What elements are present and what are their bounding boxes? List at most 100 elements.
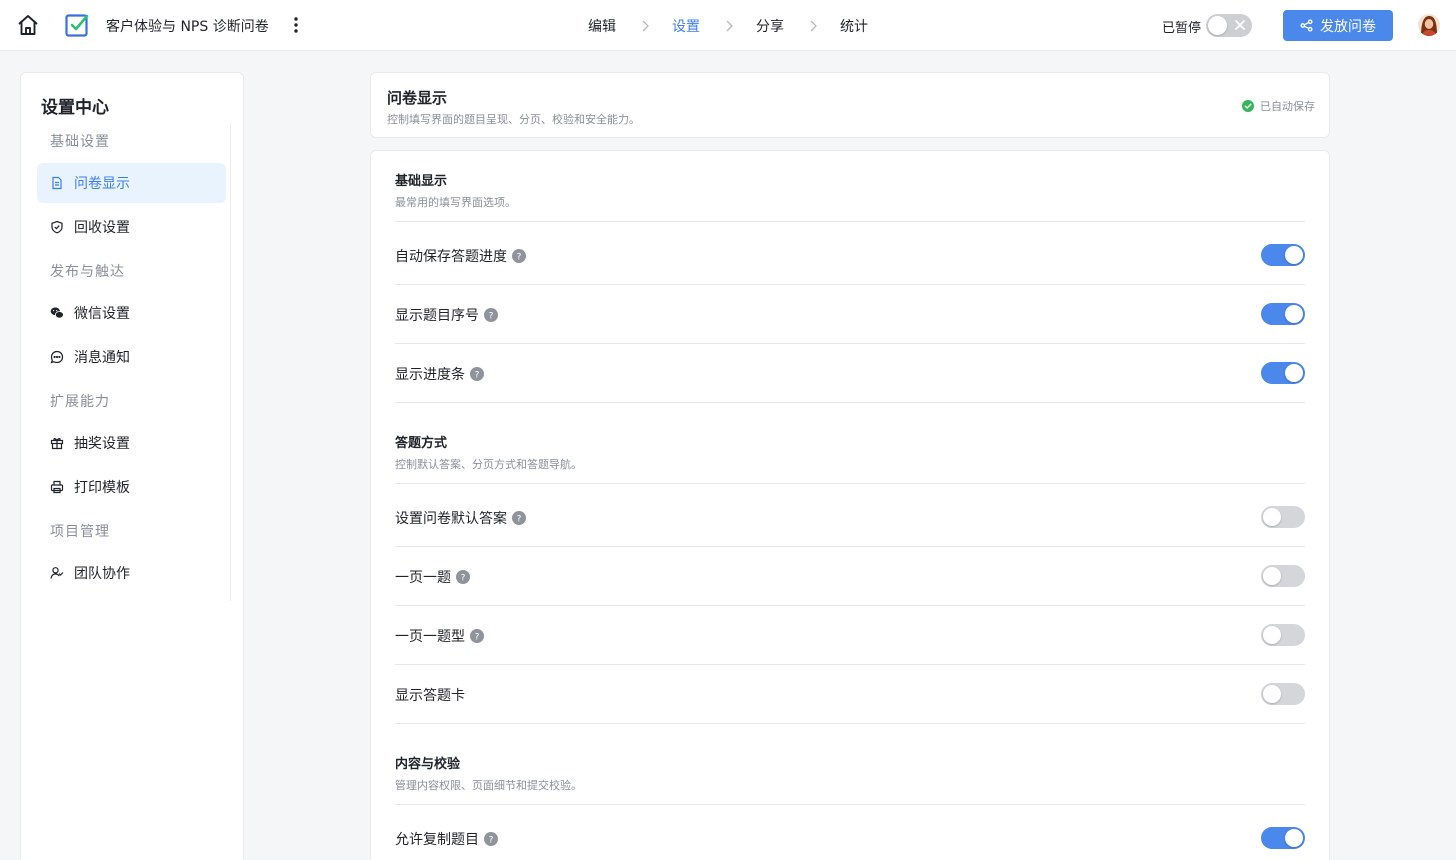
sidebar-item-notify[interactable]: 消息通知 (37, 337, 226, 377)
setting-label: 允许复制题目 ? (395, 829, 498, 849)
setting-label-text: 设置问卷默认答案 (395, 511, 507, 527)
top-bar: 客户体验与 NPS 诊断问卷 编辑 设置 分享 统计 已暂停 发放问卷 (0, 0, 1456, 51)
tab-edit[interactable]: 编辑 (588, 16, 616, 36)
divider (395, 664, 1305, 665)
home-icon[interactable] (16, 13, 40, 37)
survey-logo-icon (65, 13, 89, 37)
setting-label-text: 显示答题卡 (395, 688, 465, 704)
setting-label-text: 一页一题型 (395, 629, 465, 645)
toggle-knob (1285, 246, 1303, 264)
svg-text:?: ? (517, 515, 522, 525)
chevron-right-icon (808, 18, 818, 32)
team-icon (50, 567, 64, 579)
help-icon[interactable]: ? (512, 511, 526, 525)
setting-label-text: 显示进度条 (395, 367, 465, 383)
show-question-number-toggle[interactable] (1261, 303, 1305, 325)
avatar[interactable] (1418, 14, 1440, 36)
shield-check-icon (51, 220, 63, 234)
sidebar-item-label: 回收设置 (74, 220, 130, 236)
wechat-icon (50, 307, 64, 319)
show-answer-card-toggle[interactable] (1261, 683, 1305, 705)
group-label-basic: 基础设置 (50, 134, 110, 150)
share-icon (1300, 19, 1313, 32)
setting-label: 一页一题 ? (395, 567, 470, 587)
section-description: 控制默认答案、分页方式和答题导航。 (395, 458, 582, 471)
svg-text:?: ? (517, 253, 522, 263)
sidebar-item-label: 问卷显示 (74, 176, 130, 192)
svg-text:?: ? (489, 312, 494, 322)
divider (395, 284, 1305, 285)
page-title: 问卷显示 (387, 89, 448, 107)
sidebar-item-collection[interactable]: 回收设置 (37, 207, 226, 247)
group-label-publish: 发布与触达 (50, 264, 125, 280)
toggle-knob (1285, 305, 1303, 323)
toggle-knob (1263, 685, 1281, 703)
tab-share[interactable]: 分享 (756, 16, 784, 36)
divider (395, 804, 1305, 805)
toggle-knob (1208, 16, 1227, 35)
more-options-icon[interactable] (286, 14, 306, 36)
help-icon[interactable]: ? (456, 570, 470, 584)
help-icon[interactable]: ? (470, 629, 484, 643)
allow-copy-question-toggle[interactable] (1261, 827, 1305, 849)
divider (395, 546, 1305, 547)
publish-button[interactable]: 发放问卷 (1283, 10, 1393, 41)
setting-label-text: 一页一题 (395, 570, 451, 586)
sidebar-item-label: 团队协作 (74, 566, 130, 582)
show-progress-bar-toggle[interactable] (1261, 362, 1305, 384)
chat-bubble-icon (50, 350, 64, 364)
default-answer-toggle[interactable] (1261, 506, 1305, 528)
sidebar-item-survey-display[interactable]: 问卷显示 (37, 163, 226, 203)
one-type-per-page-toggle[interactable] (1261, 624, 1305, 646)
setting-label-text: 允许复制题目 (395, 832, 479, 848)
help-icon[interactable]: ? (484, 832, 498, 846)
svg-text:?: ? (475, 371, 480, 381)
chevron-right-icon (724, 18, 734, 32)
section-title: 内容与校验 (395, 757, 461, 772)
autosave-label: 已自动保存 (1260, 100, 1315, 113)
setting-label: 自动保存答题进度 ? (395, 246, 526, 266)
publish-label: 发放问卷 (1320, 18, 1376, 35)
setting-label-text: 显示题目序号 (395, 308, 479, 324)
divider (395, 723, 1305, 724)
setting-label: 设置问卷默认答案 ? (395, 508, 526, 528)
page-description: 控制填写界面的题目呈现、分页、校验和安全能力。 (387, 113, 640, 126)
group-label-project: 项目管理 (50, 524, 110, 540)
help-icon[interactable]: ? (470, 367, 484, 381)
panel-header: 问卷显示 控制填写界面的题目呈现、分页、校验和安全能力。 已自动保存 (370, 72, 1330, 138)
setting-label: 显示题目序号 ? (395, 305, 498, 325)
auto-save-progress-toggle[interactable] (1261, 244, 1305, 266)
divider (395, 221, 1305, 222)
settings-sidebar: 设置中心 基础设置 问卷显示 回收设置 发布与触达 微信设置 消息通知 扩展能力 (20, 72, 244, 860)
setting-label: 显示进度条 ? (395, 364, 484, 384)
divider (395, 343, 1305, 344)
section-title: 基础显示 (395, 174, 448, 189)
divider (395, 605, 1305, 606)
tab-settings[interactable]: 设置 (672, 16, 700, 36)
one-question-per-page-toggle[interactable] (1261, 565, 1305, 587)
svg-text:?: ? (489, 836, 494, 846)
help-icon[interactable]: ? (512, 249, 526, 263)
section-title: 答题方式 (395, 436, 448, 451)
sidebar-item-wechat[interactable]: 微信设置 (37, 293, 226, 333)
section-description: 管理内容权限、页面细节和提交校验。 (395, 779, 582, 792)
gift-icon (50, 438, 64, 450)
sidebar-scrollbar[interactable] (230, 123, 231, 601)
chevron-right-icon (640, 18, 650, 32)
settings-card: 基础显示 最常用的填写界面选项。 自动保存答题进度 ? 显示题目序号 ? 显示进… (370, 150, 1330, 860)
pause-toggle[interactable] (1206, 14, 1252, 37)
toggle-knob (1263, 626, 1281, 644)
tab-stats[interactable]: 统计 (840, 16, 868, 36)
sidebar-item-label: 抽奖设置 (74, 436, 130, 452)
help-icon[interactable]: ? (484, 308, 498, 322)
sidebar-item-lottery[interactable]: 抽奖设置 (37, 423, 226, 463)
sidebar-item-print[interactable]: 打印模板 (37, 467, 226, 507)
pause-label: 已暂停 (1162, 21, 1202, 36)
setting-label: 显示答题卡 (395, 685, 465, 705)
toggle-knob (1263, 508, 1281, 526)
sidebar-item-team[interactable]: 团队协作 (37, 553, 226, 593)
svg-text:?: ? (461, 574, 466, 584)
check-circle-icon (1242, 100, 1254, 112)
setting-label-text: 自动保存答题进度 (395, 249, 507, 265)
group-label-extend: 扩展能力 (50, 394, 110, 410)
